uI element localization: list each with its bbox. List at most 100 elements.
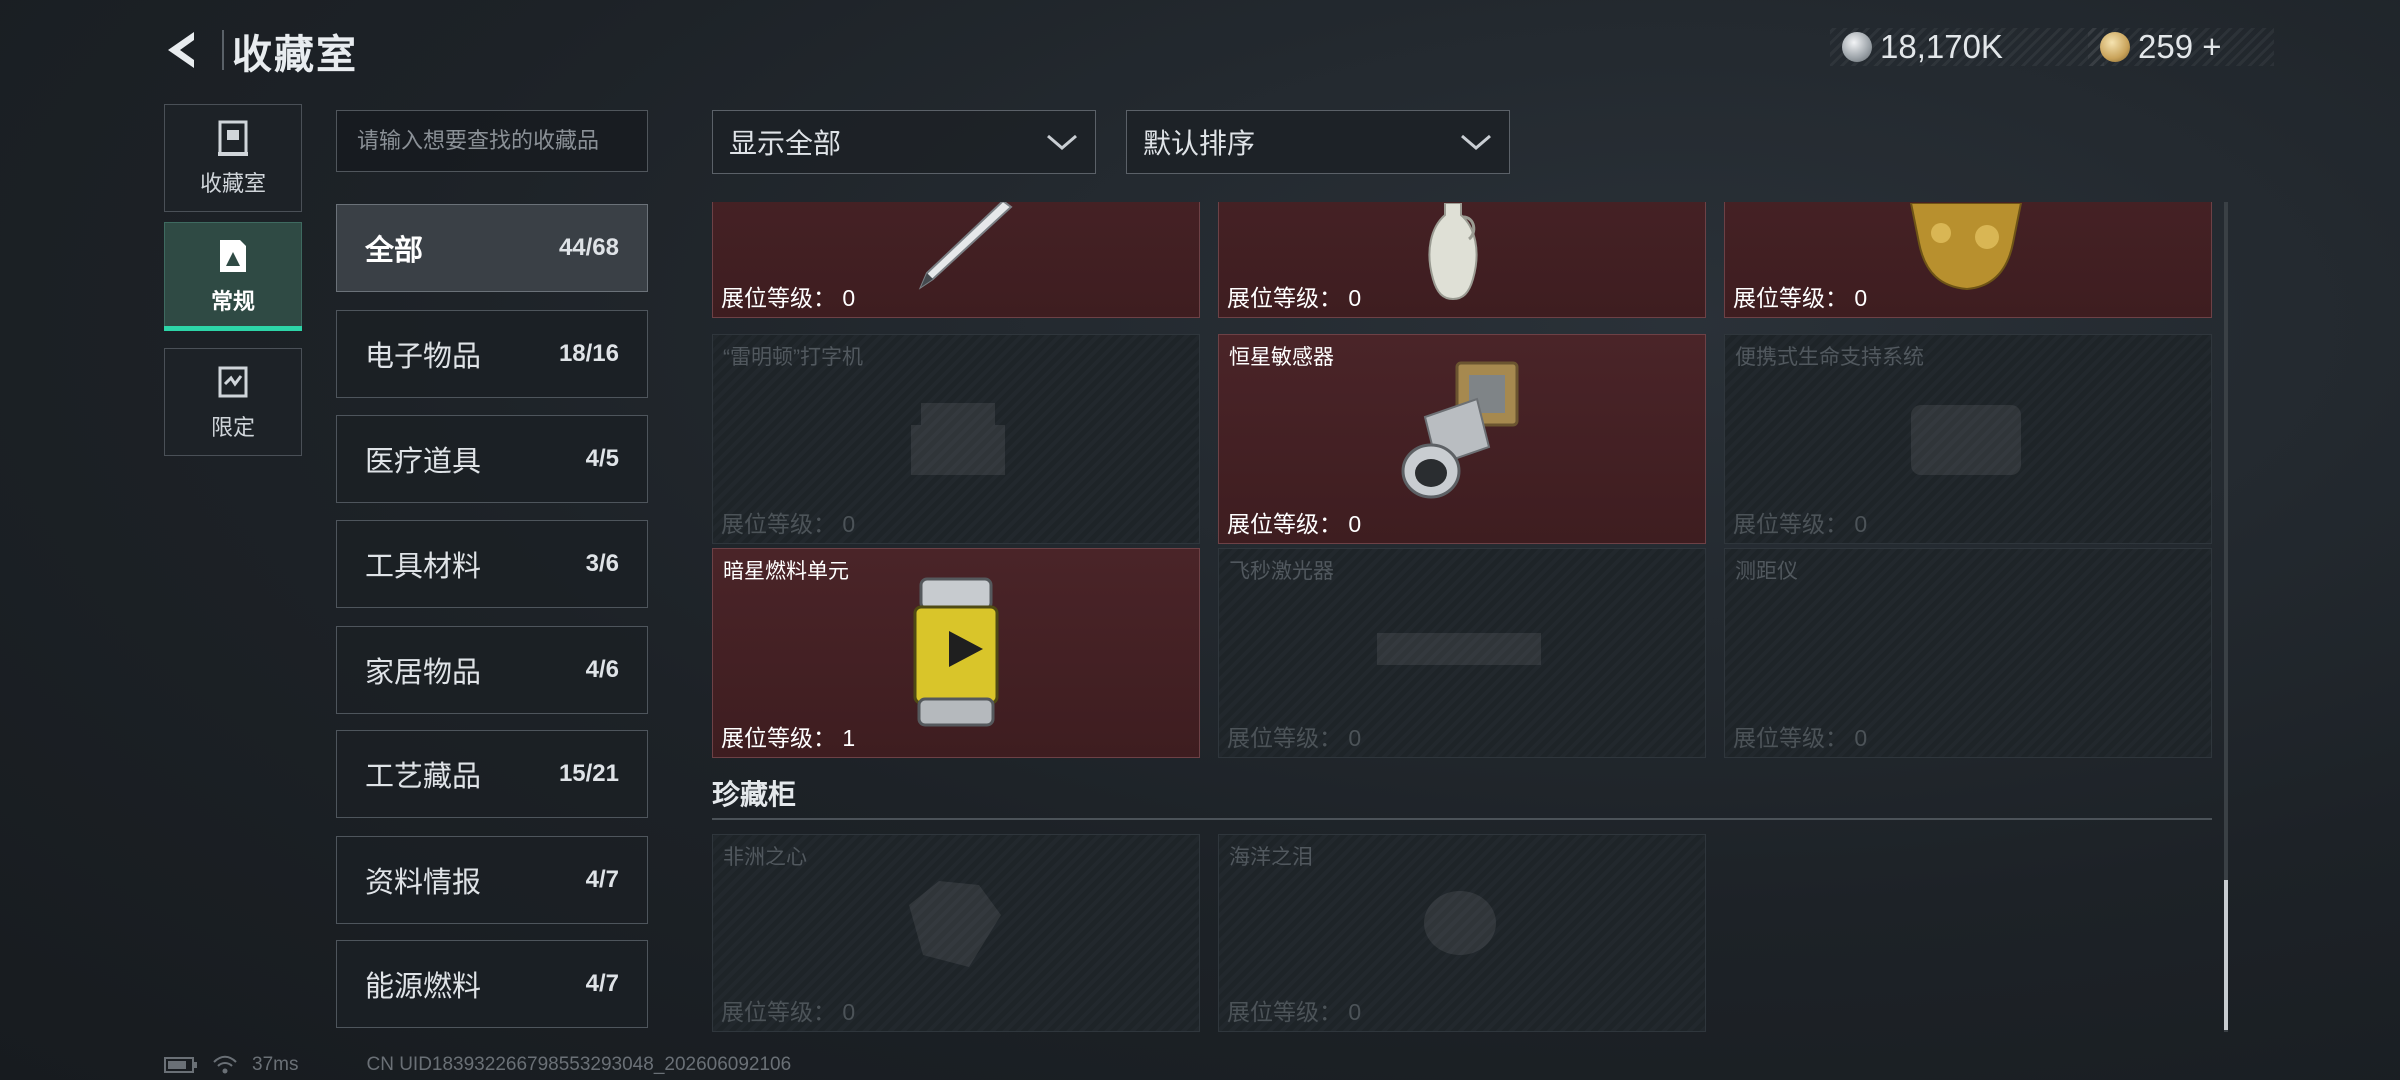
typewriter-icon (911, 403, 1005, 475)
sort-dropdown[interactable]: 默认排序 (1126, 110, 1510, 174)
category-count: 4/6 (585, 656, 619, 683)
collection-card[interactable]: 展位等级： 0 (1724, 202, 2212, 318)
nav-label: 收藏室 (199, 171, 266, 196)
vase-icon (1428, 203, 1478, 301)
regular-icon (220, 240, 246, 272)
search-input[interactable] (336, 110, 648, 172)
category-count: 3/6 (585, 550, 619, 577)
card-name: 非洲之心 (723, 846, 807, 869)
card-name: 测距仪 (1735, 560, 1798, 583)
category-name: 电子物品 (365, 341, 482, 373)
category-tools[interactable]: 工具材料 3/6 (336, 520, 648, 608)
battery-icon (164, 1057, 197, 1073)
nav-label: 限定 (210, 415, 255, 440)
user-uid: CN UID183932266798553293048_202606092106 (366, 1054, 792, 1075)
scrollbar-thumb[interactable] (2224, 880, 2228, 1030)
back-button[interactable] (160, 26, 208, 74)
collection-grid[interactable]: 展位等级： 0 展位等级： 0 展位等级： 0 “雷明顿”打字机 展位等级： 0… (712, 202, 2218, 1032)
page-title: 收藏室 (232, 33, 358, 77)
chevron-down-icon (1461, 134, 1491, 150)
fuel-canister-icon (913, 577, 999, 727)
card-level: 展位等级： 0 (1227, 999, 1362, 1025)
card-level: 展位等级： 1 (721, 725, 856, 751)
card-name: “雷明顿”打字机 (723, 346, 863, 369)
collection-room-icon (218, 120, 248, 156)
card-level: 展位等级： 0 (1227, 511, 1362, 537)
diamond-icon (909, 881, 1001, 967)
card-level: 展位等级： 0 (721, 285, 856, 311)
filter-dropdown[interactable]: 显示全部 (712, 110, 1096, 174)
category-name: 医疗道具 (365, 446, 482, 478)
category-name: 家居物品 (365, 657, 482, 689)
nav-regular[interactable]: 常规 (164, 222, 302, 330)
gem-icon (1424, 891, 1496, 955)
category-crafts[interactable]: 工艺藏品 15/21 (336, 730, 648, 818)
status-bar: 37ms CN UID183932266798553293048_2026060… (164, 1054, 791, 1076)
nav-collection-room[interactable]: 收藏室 (164, 104, 302, 212)
card-name: 飞秒激光器 (1229, 560, 1334, 583)
category-count: 44/68 (558, 234, 619, 261)
collection-card[interactable]: 暗星燃料单元 展位等级： 1 (712, 548, 1200, 758)
card-name: 海洋之泪 (1229, 846, 1313, 869)
card-level: 展位等级： 0 (721, 511, 856, 537)
category-electronics[interactable]: 电子物品 18/16 (336, 310, 648, 398)
category-energy[interactable]: 能源燃料 4/7 (336, 940, 648, 1028)
star-sensor-icon (1401, 361, 1519, 499)
category-count: 4/7 (585, 866, 619, 893)
category-household[interactable]: 家居物品 4/6 (336, 626, 648, 714)
gold-currency-value: 259 + (2138, 28, 2222, 65)
card-level: 展位等级： 0 (1227, 725, 1362, 751)
gold-currency[interactable]: 259 + (2088, 28, 2274, 66)
category-all[interactable]: 全部 44/68 (336, 204, 648, 292)
gold-coin-icon (2100, 32, 2130, 62)
nav-label: 常规 (210, 289, 255, 314)
collection-card[interactable]: 展位等级： 0 (1218, 202, 1706, 318)
category-name: 能源燃料 (365, 971, 482, 1003)
category-medical[interactable]: 医疗道具 4/5 (336, 415, 648, 503)
category-name: 资料情报 (365, 867, 482, 899)
collection-card[interactable]: 测距仪 展位等级： 0 (1724, 548, 2212, 758)
silver-currency: 18,170K (1830, 28, 2104, 66)
collection-card[interactable]: 飞秒激光器 展位等级： 0 (1218, 548, 1706, 758)
treasure-card[interactable]: 海洋之泪 展位等级： 0 (1218, 834, 1706, 1032)
category-intel[interactable]: 资料情报 4/7 (336, 836, 648, 924)
collection-card[interactable]: 恒星敏感器 展位等级： 0 (1218, 334, 1706, 544)
silver-currency-value: 18,170K (1880, 28, 2003, 65)
nav-limited[interactable]: 限定 (164, 348, 302, 456)
collection-card[interactable]: 便携式生命支持系统 展位等级： 0 (1724, 334, 2212, 544)
sort-dropdown-value: 默认排序 (1143, 128, 1256, 159)
category-count: 4/7 (585, 970, 619, 997)
wifi-icon (213, 1055, 237, 1074)
card-name: 恒星敏感器 (1229, 346, 1334, 369)
nav-active-indicator (164, 326, 302, 331)
collection-card[interactable]: “雷明顿”打字机 展位等级： 0 (712, 334, 1200, 544)
card-level: 展位等级： 0 (1733, 725, 1868, 751)
limited-icon (218, 366, 248, 398)
gold-statue-icon (1909, 203, 2023, 291)
pen-icon (918, 202, 1013, 290)
chevron-down-icon (1047, 134, 1077, 150)
category-count: 18/16 (558, 340, 619, 367)
card-level: 展位等级： 0 (1227, 285, 1362, 311)
laser-icon (1377, 633, 1541, 665)
category-count: 15/21 (558, 760, 619, 787)
collection-card[interactable]: 展位等级： 0 (712, 202, 1200, 318)
filter-dropdown-value: 显示全部 (729, 128, 842, 159)
header-divider (222, 30, 224, 70)
card-level: 展位等级： 0 (721, 999, 856, 1025)
card-level: 展位等级： 0 (1733, 511, 1868, 537)
silver-coin-icon (1842, 32, 1872, 62)
category-name: 工具材料 (365, 551, 482, 583)
life-support-icon (1911, 405, 2021, 475)
card-level: 展位等级： 0 (1733, 285, 1868, 311)
category-name: 全部 (365, 235, 424, 267)
category-name: 工艺藏品 (365, 761, 482, 793)
card-name: 暗星燃料单元 (723, 560, 849, 583)
card-name: 便携式生命支持系统 (1735, 346, 1924, 369)
section-title: 珍藏柜 (712, 779, 797, 810)
back-arrow-icon (168, 32, 194, 68)
ping-value: 37ms (252, 1054, 299, 1075)
section-divider (712, 818, 2212, 820)
treasure-card[interactable]: 非洲之心 展位等级： 0 (712, 834, 1200, 1032)
category-count: 4/5 (585, 445, 619, 472)
